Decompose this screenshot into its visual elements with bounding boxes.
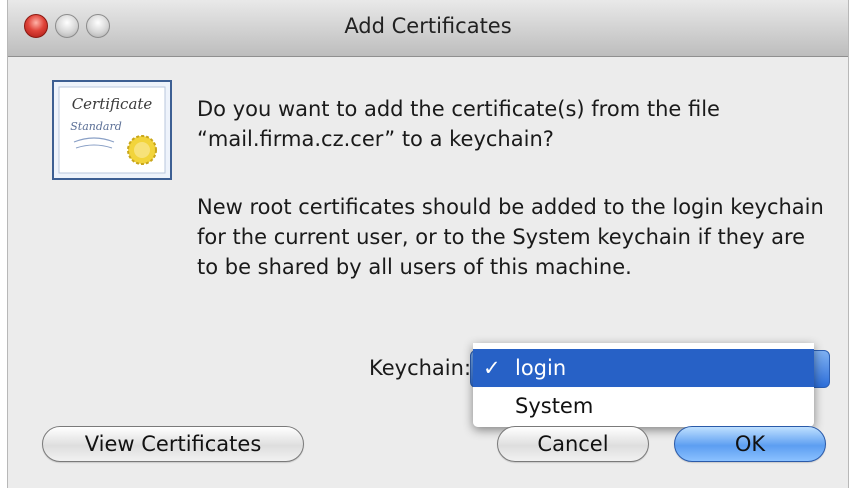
view-certificates-button[interactable]: View Certificates (42, 426, 304, 462)
keychain-menu: ✓ login System (473, 343, 814, 427)
info-text: New root certificates should be added to… (197, 195, 824, 279)
certificate-icon-subtitle: Standard (70, 120, 122, 133)
add-certificates-dialog: Add Certificates Certificate Standard Do… (8, 0, 848, 488)
keychain-label: Keychain: (369, 356, 472, 380)
menu-item-label: System (515, 394, 594, 418)
window-title: Add Certificates (344, 14, 512, 38)
menu-item-system[interactable]: System (473, 387, 814, 425)
question-text: Do you want to add the certificate(s) fr… (197, 97, 720, 151)
menu-item-login[interactable]: ✓ login (473, 349, 814, 387)
certificate-icon-title: Certificate (72, 95, 153, 113)
ok-button[interactable]: OK (674, 426, 826, 462)
title-bar[interactable]: Add Certificates (8, 0, 848, 57)
menu-item-label: login (515, 356, 567, 380)
checkmark-icon: ✓ (483, 356, 501, 380)
certificate-icon: Certificate Standard (52, 80, 172, 180)
cancel-button[interactable]: Cancel (497, 426, 649, 462)
